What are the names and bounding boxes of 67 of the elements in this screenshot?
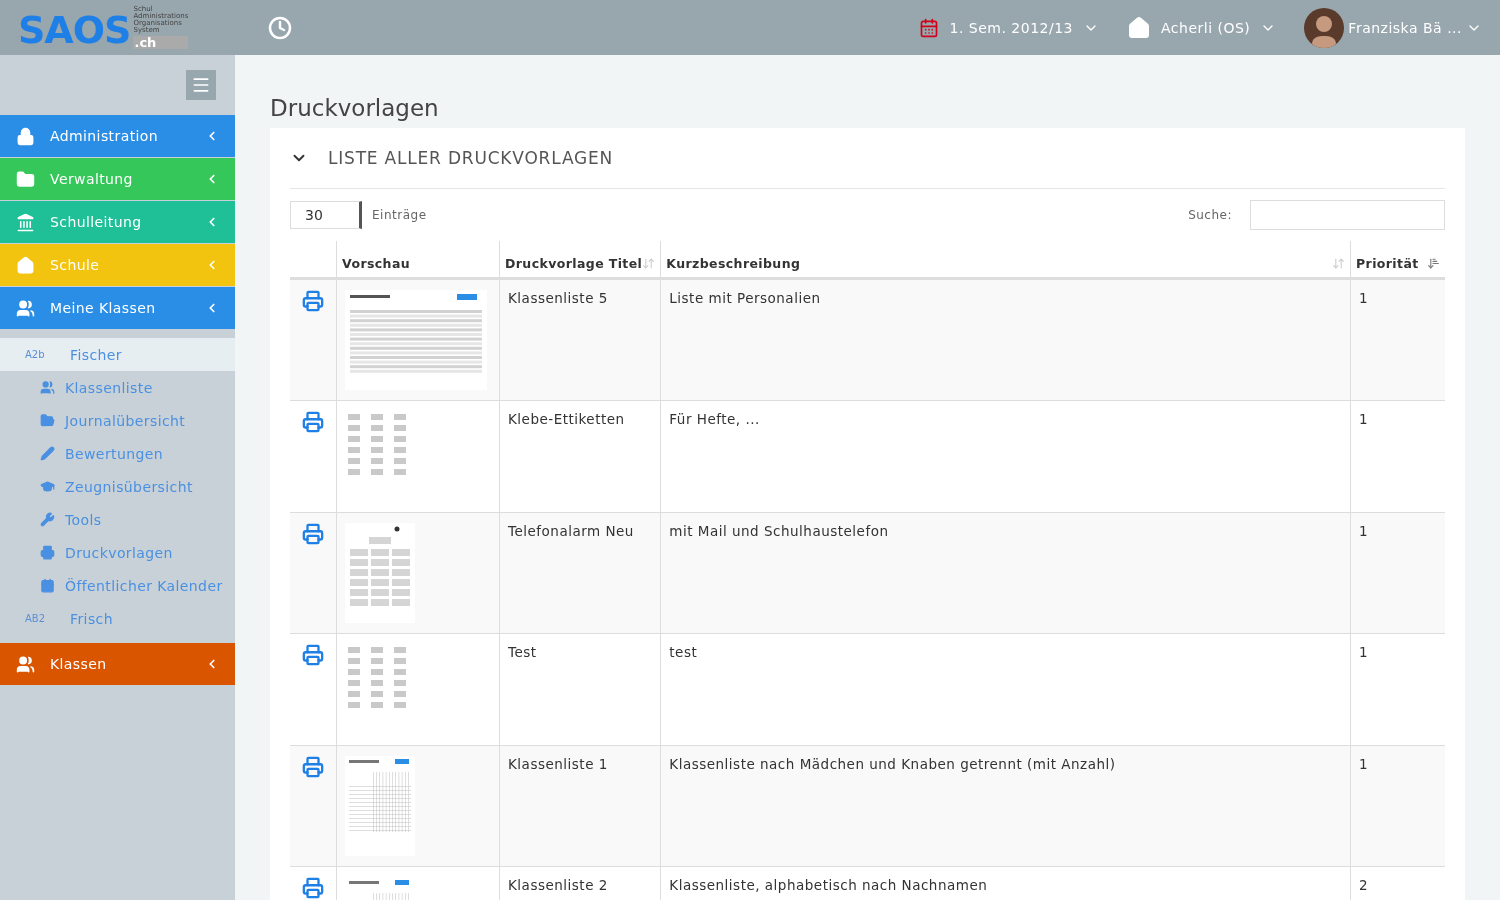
- class-menu-link[interactable]: Bewertungen: [0, 437, 235, 470]
- table-cell: 1: [1359, 290, 1369, 306]
- class-menu-link[interactable]: Zeugnisübersicht: [0, 470, 235, 503]
- nav-item[interactable]: Schule: [0, 244, 235, 286]
- table-cell: Liste mit Personalien: [669, 290, 821, 306]
- logo-name: SAOS: [18, 11, 131, 49]
- sort-ascending-icon[interactable]: [1427, 257, 1440, 270]
- search-field[interactable]: [1250, 200, 1445, 230]
- table-cell: 1: [1359, 411, 1369, 427]
- menu-icon: [191, 75, 211, 95]
- nav-item[interactable]: Schulleitung: [0, 201, 235, 243]
- class-item[interactable]: AB2 Frisch: [0, 602, 235, 635]
- panel-title: LISTE ALLER DRUCKVORLAGEN: [328, 148, 614, 168]
- user-name[interactable]: Franziska Bä ...: [1348, 19, 1462, 36]
- home-icon: [16, 255, 35, 275]
- class-menu-link[interactable]: Tools: [0, 503, 235, 536]
- nav-item[interactable]: Verwaltung: [0, 158, 235, 200]
- table-cell: 1: [1359, 756, 1369, 772]
- home-icon[interactable]: [1127, 15, 1151, 40]
- table-cell: 1: [1359, 523, 1369, 539]
- sort-icon[interactable]: [1332, 257, 1345, 270]
- table-cell: Telefonalarm Neu: [508, 523, 634, 539]
- nav-item[interactable]: Meine Klassen: [0, 287, 235, 329]
- class-code: AB2: [25, 613, 47, 624]
- class-item[interactable]: A2b Fischer: [0, 338, 235, 371]
- lock-icon: [16, 126, 35, 146]
- class-menu-link[interactable]: Druckvorlagen: [0, 536, 235, 569]
- folder-icon: [40, 413, 55, 428]
- nav-item[interactable]: Administration: [0, 115, 235, 157]
- table-cell: Klassenliste 5: [508, 290, 608, 306]
- users-icon: [16, 298, 35, 318]
- table-cell: Klassenliste 2: [508, 877, 608, 893]
- page-title: Druckvorlagen: [270, 95, 440, 121]
- school-select[interactable]: Acherli (OS): [1161, 19, 1251, 36]
- table-cell: 1: [1359, 644, 1369, 660]
- search-label: Suche:: [1188, 208, 1232, 222]
- logo-domain: .ch: [133, 36, 189, 49]
- user-avatar[interactable]: [1304, 7, 1345, 48]
- class-menu-link[interactable]: Öffentlicher Kalender: [0, 569, 235, 602]
- bank-icon: [16, 212, 35, 232]
- clock-icon[interactable]: [268, 15, 292, 40]
- menu-button[interactable]: [186, 70, 216, 100]
- table-cell: Klassenliste 1: [508, 756, 608, 772]
- class-name: Fischer: [70, 346, 122, 363]
- nav-item[interactable]: Klassen: [0, 643, 235, 685]
- class-menu-link[interactable]: Journalübersicht: [0, 404, 235, 437]
- class-name: Frisch: [70, 610, 113, 627]
- table-cell: mit Mail und Schulhaustelefon: [669, 523, 889, 539]
- page-size-label: Einträge: [372, 208, 427, 222]
- table-cell: Klebe-Ettiketten: [508, 411, 625, 427]
- sort-icon[interactable]: [642, 257, 656, 270]
- semester-select[interactable]: 1. Sem. 2012/13: [949, 19, 1073, 36]
- table-cell: Klassenliste, alphabetisch nach Nachnamen: [669, 877, 988, 893]
- table-cell: Klassenliste nach Mädchen und Knaben getrennt (mit Anzahl): [669, 756, 1116, 772]
- users-icon: [40, 380, 55, 395]
- graduation-cap-icon: [40, 479, 55, 494]
- table-cell: test: [669, 644, 698, 660]
- users-icon: [16, 654, 35, 674]
- table-cell: Test: [508, 644, 537, 660]
- class-code: A2b: [25, 349, 46, 360]
- pencil-icon: [40, 446, 55, 461]
- table-cell: Für Hefte, ...: [669, 411, 760, 427]
- class-menu-link[interactable]: Klassenliste: [0, 371, 235, 404]
- page-size-select[interactable]: 30: [290, 201, 362, 229]
- folder-icon: [16, 169, 35, 189]
- table-cell: 2: [1359, 877, 1369, 893]
- wrench-icon: [40, 512, 55, 527]
